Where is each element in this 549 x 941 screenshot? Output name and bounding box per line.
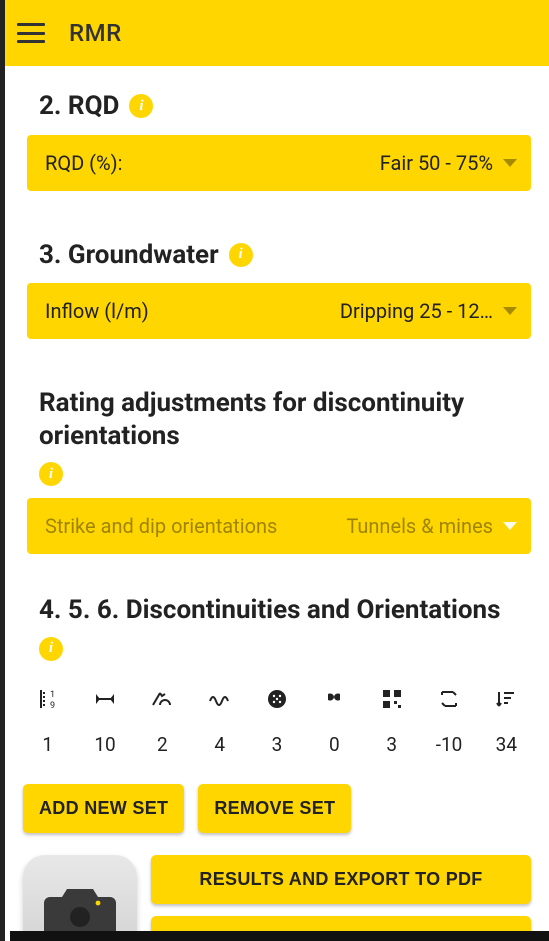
rqd-dropdown[interactable]: RQD (%): Fair 50 - 75% bbox=[27, 135, 531, 191]
cell: 4 bbox=[191, 733, 248, 756]
spacing-icon: 19 bbox=[19, 687, 76, 711]
sets-icon bbox=[363, 687, 420, 711]
cell: 1 bbox=[19, 733, 76, 756]
rqd-dd-value: Fair 50 - 75% bbox=[380, 151, 493, 175]
cell: 10 bbox=[76, 733, 133, 756]
cell: 0 bbox=[306, 733, 363, 756]
info-icon[interactable]: i bbox=[39, 637, 63, 661]
info-icon[interactable]: i bbox=[129, 94, 153, 118]
aperture-icon bbox=[134, 687, 191, 711]
section-rqd-label: 2. RQD bbox=[39, 90, 119, 123]
chevron-down-icon bbox=[503, 522, 517, 530]
appbar: RMR bbox=[5, 0, 549, 66]
section-disc-label: 4. 5. 6. Discontinuities and Orientation… bbox=[39, 594, 500, 627]
adj-dropdown[interactable]: Strike and dip orientations Tunnels & mi… bbox=[27, 498, 531, 554]
menu-icon[interactable] bbox=[17, 23, 45, 43]
section-adj-label: Rating adjustments for discontinuity ori… bbox=[39, 387, 527, 452]
add-set-button[interactable]: ADD NEW SET bbox=[23, 784, 184, 833]
table-header-row: 19 bbox=[19, 683, 535, 729]
roughness-icon bbox=[191, 687, 248, 711]
bottom-actions: RESULTS AND EXPORT TO PDF NEW PROJECT bbox=[5, 833, 549, 941]
section-gw-label: 3. Groundwater bbox=[39, 239, 219, 272]
cell: -10 bbox=[420, 733, 477, 756]
nav-bar bbox=[10, 931, 549, 941]
cell: 2 bbox=[134, 733, 191, 756]
adj-dd-label: Strike and dip orientations bbox=[45, 514, 277, 538]
cell: 34 bbox=[478, 733, 535, 756]
section-gw-title: 3. Groundwater i bbox=[5, 229, 549, 284]
section-adj-title: Rating adjustments for discontinuity ori… bbox=[5, 377, 549, 498]
weathering-icon bbox=[306, 687, 363, 711]
gw-dropdown[interactable]: Inflow (l/m) Dripping 25 - 12… bbox=[27, 283, 531, 339]
content: 2. RQD i RQD (%): Fair 50 - 75% 3. Groun… bbox=[5, 66, 549, 941]
section-rqd-title: 2. RQD i bbox=[5, 80, 549, 135]
adj-dd-value: Tunnels & mines bbox=[346, 514, 493, 538]
results-button[interactable]: RESULTS AND EXPORT TO PDF bbox=[151, 855, 531, 904]
discontinuity-table: 19 bbox=[5, 673, 549, 770]
chevron-down-icon bbox=[503, 159, 517, 167]
info-icon[interactable]: i bbox=[39, 462, 63, 486]
infilling-icon bbox=[248, 687, 305, 711]
remove-set-button[interactable]: REMOVE SET bbox=[198, 784, 351, 833]
sort-icon bbox=[478, 687, 535, 711]
gw-dd-label: Inflow (l/m) bbox=[45, 299, 149, 323]
gw-dd-value: Dripping 25 - 12… bbox=[340, 299, 493, 323]
svg-text:1: 1 bbox=[50, 690, 55, 700]
section-disc-title: 4. 5. 6. Discontinuities and Orientation… bbox=[5, 584, 549, 673]
rqd-dd-label: RQD (%): bbox=[45, 151, 122, 175]
cell: 3 bbox=[248, 733, 305, 756]
chevron-down-icon bbox=[503, 307, 517, 315]
length-icon bbox=[76, 687, 133, 711]
svg-text:9: 9 bbox=[50, 701, 55, 711]
orientation-icon bbox=[420, 687, 477, 711]
set-buttons: ADD NEW SET REMOVE SET bbox=[5, 770, 549, 833]
cell: 3 bbox=[363, 733, 420, 756]
info-icon[interactable]: i bbox=[229, 243, 253, 267]
page-title: RMR bbox=[69, 19, 122, 47]
table-row[interactable]: 1 10 2 4 3 0 3 -10 34 bbox=[19, 729, 535, 770]
camera-button[interactable] bbox=[23, 855, 137, 941]
